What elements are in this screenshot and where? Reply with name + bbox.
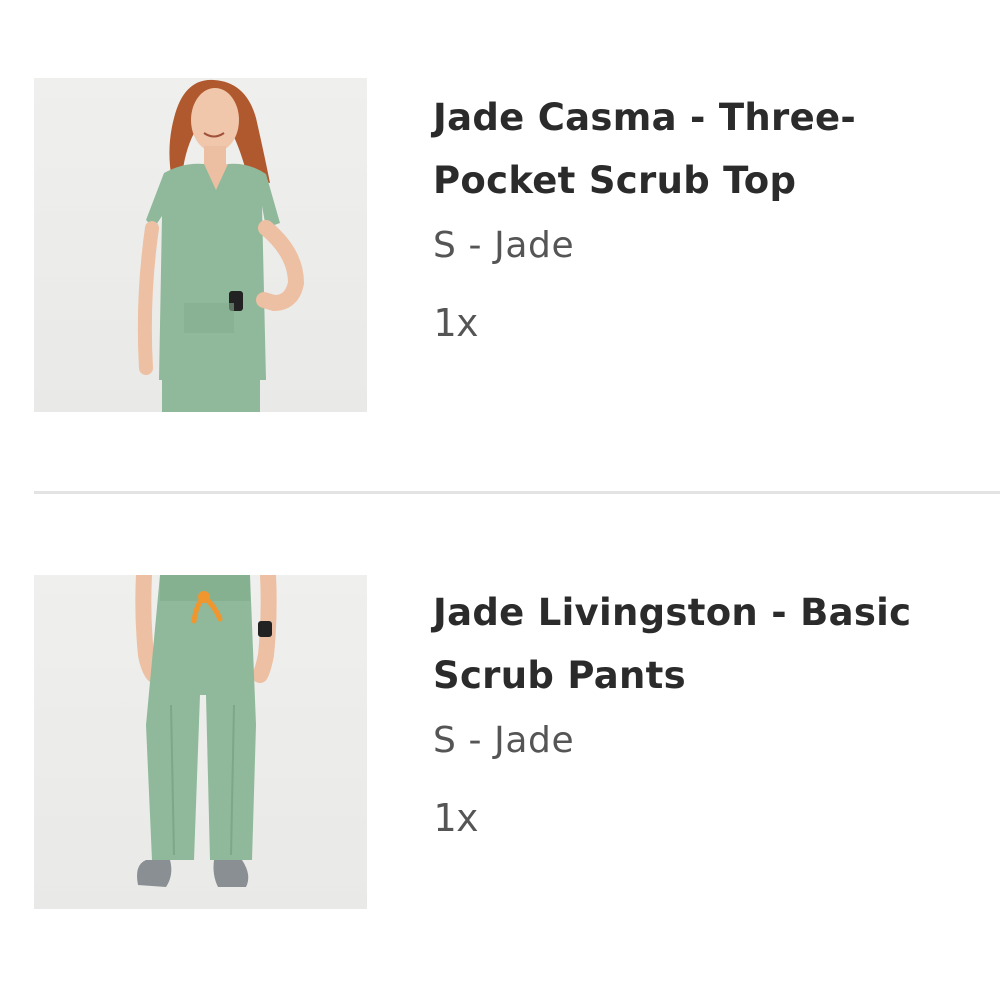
- scrub-pants-photo-icon: [135, 575, 277, 887]
- product-variant: S - Jade: [433, 225, 575, 266]
- item-details: Jade Livingston - Basic Scrub Pants S - …: [433, 581, 973, 843]
- product-variant: S - Jade: [433, 720, 575, 761]
- cart-item: Jade Livingston - Basic Scrub Pants S - …: [0, 575, 1000, 915]
- item-divider: [34, 491, 1000, 494]
- product-image[interactable]: [34, 575, 367, 909]
- scrub-top-photo-icon: [137, 79, 305, 412]
- product-image[interactable]: [34, 78, 367, 412]
- product-quantity: 1x: [433, 301, 479, 345]
- cart-item: Jade Casma - Three-Pocket Scrub Top S - …: [0, 78, 1000, 418]
- product-quantity: 1x: [433, 796, 479, 840]
- product-title[interactable]: Jade Casma - Three-Pocket Scrub Top: [433, 86, 973, 212]
- cart-items-list: Jade Casma - Three-Pocket Scrub Top S - …: [0, 0, 1000, 1000]
- item-details: Jade Casma - Three-Pocket Scrub Top S - …: [433, 86, 973, 348]
- product-title[interactable]: Jade Livingston - Basic Scrub Pants: [433, 581, 973, 707]
